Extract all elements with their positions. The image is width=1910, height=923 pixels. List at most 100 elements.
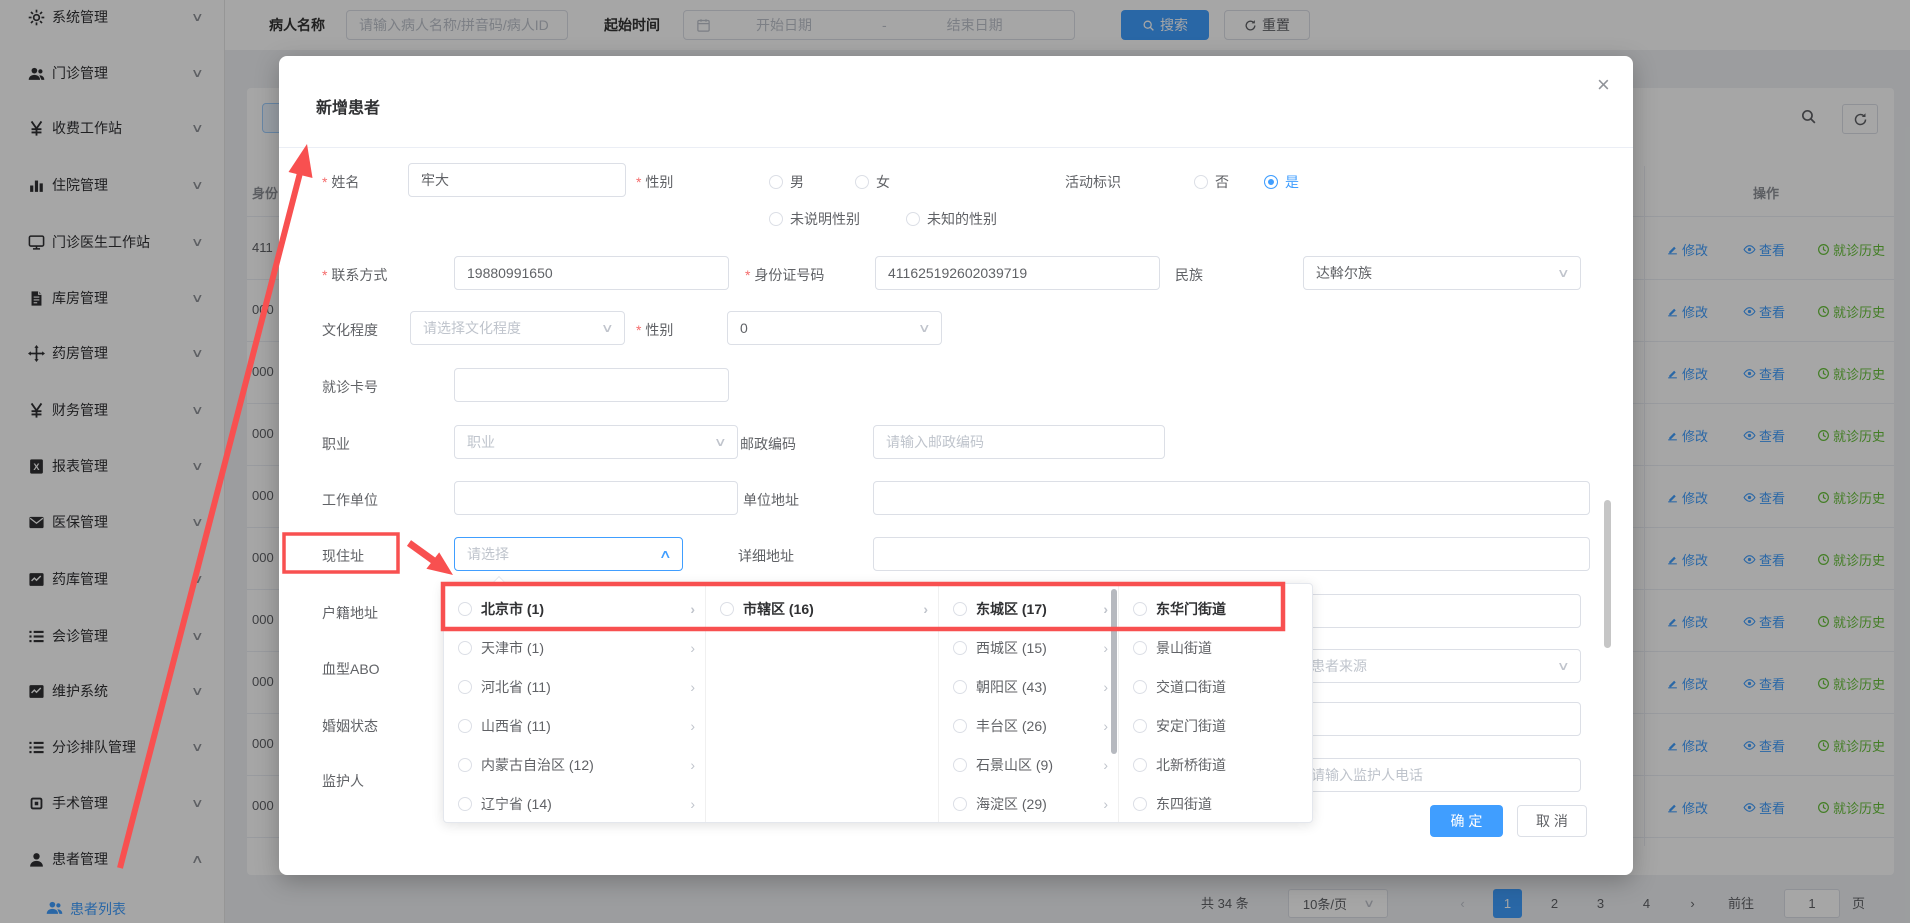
gender2-select[interactable]: 0∨ <box>727 311 942 345</box>
gender-unknown-label: 未知的性别 <box>927 209 997 229</box>
work-unit-label: 工作单位 <box>322 490 378 510</box>
cascader-option-shixiaqu[interactable]: 市辖区 (16)› <box>706 589 938 628</box>
active-no-label: 否 <box>1215 172 1229 192</box>
postal-input[interactable]: 请输入邮政编码 <box>873 425 1165 459</box>
cascader-option-shijingshan[interactable]: 石景山区 (9) › <box>939 745 1118 784</box>
cascader-option-dongcheng[interactable]: 东城区 (17)› <box>939 589 1118 628</box>
chevron-right-icon: › <box>1103 757 1108 773</box>
modal-title: 新增患者 <box>316 94 380 118</box>
gender-radio-male[interactable]: 男 <box>769 172 804 192</box>
close-icon[interactable]: × <box>1597 72 1610 98</box>
cascader-option-haidian[interactable]: 海淀区 (29) › <box>939 784 1118 823</box>
id-number-value: 411625192602039719 <box>888 265 1027 281</box>
option-label: 西城区 (15) <box>976 638 1047 658</box>
modal-scrollbar[interactable] <box>1604 500 1611 648</box>
chevron-right-icon: › <box>690 601 695 617</box>
gender-radio-female[interactable]: 女 <box>855 172 890 192</box>
visit-card-input[interactable] <box>454 368 729 402</box>
radio-icon <box>953 719 967 733</box>
chevron-down-icon: ∨ <box>918 321 931 335</box>
radio-icon <box>769 212 783 226</box>
job-label: 职业 <box>322 434 350 454</box>
cascader-option-donghuamen[interactable]: 东华门街道 <box>1119 589 1312 628</box>
guardian-phone-input[interactable]: 请输入监护人电话 <box>1298 758 1581 792</box>
education-select[interactable]: 请选择文化程度∨ <box>410 311 625 345</box>
active-flag-label: 活动标识 <box>1065 172 1121 192</box>
detail-address-label: 详细地址 <box>738 546 794 566</box>
gender2-value: 0 <box>740 320 748 336</box>
cascader-option-jiaodaokou[interactable]: 交道口街道 <box>1119 667 1312 706</box>
option-label: 石景山区 (9) <box>976 755 1053 775</box>
chevron-down-icon: ∨ <box>714 435 727 449</box>
registered-address-input[interactable] <box>1298 594 1581 628</box>
gender-unstated-label: 未说明性别 <box>790 209 860 229</box>
option-label: 北京市 (1) <box>481 599 544 619</box>
unit-address-label: 单位地址 <box>743 490 799 510</box>
detail-address-input[interactable] <box>873 537 1590 571</box>
cascader-option-xicheng[interactable]: 西城区 (15)› <box>939 628 1118 667</box>
active-radio-yes[interactable]: 是 <box>1264 172 1299 192</box>
cascader-option-jingshan[interactable]: 景山街道 <box>1119 628 1312 667</box>
chevron-down-icon: ∨ <box>601 321 614 335</box>
radio-icon <box>458 758 472 772</box>
cancel-button[interactable]: 取 消 <box>1517 805 1587 837</box>
name-input[interactable]: 牢大 <box>408 163 626 197</box>
option-label: 海淀区 (29) <box>976 794 1047 814</box>
cascader-option-neimenggu[interactable]: 内蒙古自治区 (12)› <box>444 745 705 784</box>
current-address-placeholder: 请选择 <box>467 544 509 564</box>
chevron-right-icon: › <box>923 601 928 617</box>
option-label: 山西省 (11) <box>481 716 551 736</box>
confirm-button[interactable]: 确 定 <box>1430 805 1503 837</box>
option-label: 朝阳区 (43) <box>976 677 1047 697</box>
nation-select[interactable]: 达斡尔族∨ <box>1303 256 1581 290</box>
cascader-option-shanxi[interactable]: 山西省 (11)› <box>444 706 705 745</box>
current-address-cascader[interactable]: 请选择 ∧ <box>454 537 683 571</box>
cascader-option-fengtai[interactable]: 丰台区 (26)› <box>939 706 1118 745</box>
option-label: 东华门街道 <box>1156 599 1226 619</box>
chevron-right-icon: › <box>690 757 695 773</box>
cascader-street-column: 东华门街道 景山街道 交道口街道 安定门街道 北新桥街道 东四街道 <box>1119 584 1312 822</box>
unit-address-input[interactable] <box>873 481 1590 515</box>
option-label: 东城区 (17) <box>976 599 1047 619</box>
radio-icon <box>458 797 472 811</box>
cascader-option-liaoning[interactable]: 辽宁省 (14) › <box>444 784 705 823</box>
nation-value: 达斡尔族 <box>1316 263 1372 283</box>
radio-icon <box>906 212 920 226</box>
cascader-option-beixinqiao[interactable]: 北新桥街道 <box>1119 745 1312 784</box>
chevron-down-icon: ∨ <box>1557 659 1570 673</box>
cascader-option-hebei[interactable]: 河北省 (11)› <box>444 667 705 706</box>
cascader-district-column: 东城区 (17)› 西城区 (15)› 朝阳区 (43)› 丰台区 (26)› … <box>939 584 1119 822</box>
cascader-option-tianjin[interactable]: 天津市 (1)› <box>444 628 705 667</box>
radio-icon <box>953 641 967 655</box>
cascader-option-dongsi[interactable]: 东四街道 <box>1119 784 1312 823</box>
chevron-right-icon: › <box>690 796 695 812</box>
cascader-option-beijing[interactable]: 北京市 (1) › <box>444 589 705 628</box>
postal-placeholder: 请输入邮政编码 <box>886 432 984 452</box>
chevron-up-icon: ∧ <box>659 547 672 561</box>
guardian-label: 监护人 <box>322 771 364 791</box>
cascader-scrollbar[interactable] <box>1111 589 1117 754</box>
radio-icon <box>1264 175 1278 189</box>
marital-right-input[interactable] <box>1298 702 1581 736</box>
cascader-province-column: 北京市 (1)› 天津市 (1)› 河北省 (11)› 山西省 (11)› 内蒙… <box>444 584 706 822</box>
confirm-label: 确 定 <box>1451 811 1483 831</box>
id-number-input[interactable]: 411625192602039719 <box>875 256 1160 290</box>
job-select[interactable]: 职业∨ <box>454 425 738 459</box>
patient-source-select[interactable]: 患者来源∨ <box>1298 649 1581 683</box>
radio-icon <box>1133 641 1147 655</box>
guardian-phone-placeholder: 请输入监护人电话 <box>1311 765 1423 785</box>
gender-radio-unstated[interactable]: 未说明性别 <box>769 209 860 229</box>
chevron-right-icon: › <box>1103 796 1108 812</box>
contact-input[interactable]: 19880991650 <box>454 256 729 290</box>
active-radio-no[interactable]: 否 <box>1194 172 1229 192</box>
option-label: 北新桥街道 <box>1156 755 1226 775</box>
gender-radio-unknown[interactable]: 未知的性别 <box>906 209 997 229</box>
contact-label: 联系方式 <box>322 265 387 285</box>
id-number-label: 身份证号码 <box>745 265 824 285</box>
education-label: 文化程度 <box>322 320 378 340</box>
option-label: 辽宁省 (14) <box>481 794 552 814</box>
cascader-option-andingmen[interactable]: 安定门街道 <box>1119 706 1312 745</box>
gender-label: 性别 <box>636 172 673 192</box>
work-unit-input[interactable] <box>454 481 738 515</box>
cascader-option-chaoyang[interactable]: 朝阳区 (43)› <box>939 667 1118 706</box>
